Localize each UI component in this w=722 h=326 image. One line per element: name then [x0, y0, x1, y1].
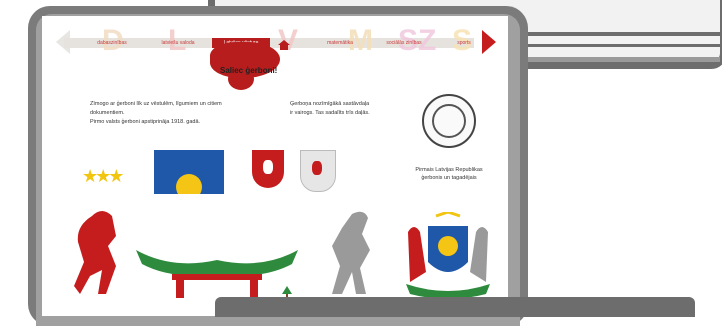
tab-matematika[interactable]: matemātika [314, 38, 366, 48]
text-line: dokumentiem. [90, 110, 125, 116]
intro-text: Zīmogo ar ģerboni līk uz vēstulēm, līgum… [90, 100, 222, 127]
tab-dabaszinibas[interactable]: dabaszinības [86, 38, 138, 48]
lion-icon[interactable] [72, 206, 134, 296]
caption-line: ģerbonis un tagadējais [421, 175, 477, 181]
home-icon[interactable] [278, 40, 290, 50]
tab-socialas-zinibas[interactable]: sociālās zinības [374, 38, 434, 48]
shield-text: Ģerboņa nozīmīgākā sastāvdaļa ir vairogs… [290, 100, 370, 118]
stars-icon[interactable]: ★★★ [82, 166, 124, 187]
device-edge [520, 32, 720, 36]
text-line: Pirmo valsts ģerboni apstiprināja 1918. … [90, 119, 201, 125]
sun-icon[interactable] [154, 150, 224, 194]
page-title: Saliec ģerboni! [220, 66, 278, 75]
text-line: Ģerboņa nozīmīgākā sastāvdaļa [290, 101, 370, 107]
text-line: Zīmogo ar ģerboni līk uz vēstulēm, līgum… [90, 101, 222, 107]
text-line: ir vairogs. Tas sadalīts trīs daļās. [290, 110, 370, 116]
white-shield-icon[interactable] [300, 150, 336, 192]
red-shield-icon[interactable] [252, 150, 284, 188]
background-device-bottom [215, 297, 695, 317]
coat-of-arms-icon[interactable] [398, 212, 498, 302]
beast [312, 161, 322, 175]
page-counter: 21/31 [262, 58, 280, 65]
beast [263, 160, 273, 174]
tab-latviesu-valoda[interactable]: latviešu valoda [150, 38, 206, 48]
seal-ring [432, 104, 466, 138]
griffin-icon[interactable] [322, 206, 382, 296]
app-screen: D L V M SZ S dabaszinības latviešu valod… [42, 16, 508, 316]
garland-icon[interactable] [132, 230, 302, 300]
seal-icon [422, 94, 476, 148]
sun-disc [176, 174, 202, 194]
tab-sports[interactable]: sports [444, 38, 484, 48]
caption-line: Pirmais Latvijas Republikas [415, 167, 483, 173]
seal-caption: Pirmais Latvijas Republikas ģerbonis un … [394, 166, 504, 182]
device-edge-2 [520, 44, 720, 47]
arrow-right-icon[interactable] [482, 30, 496, 54]
